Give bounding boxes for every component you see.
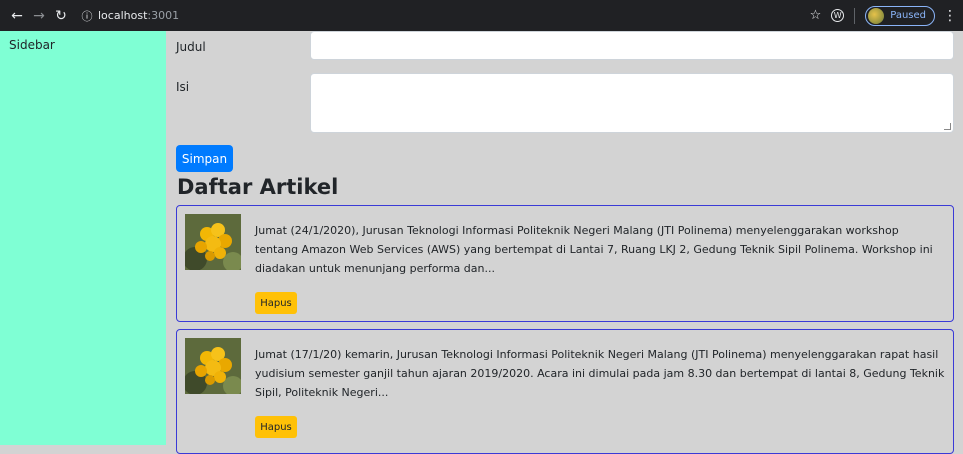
reload-icon[interactable]: ↻ xyxy=(50,5,72,27)
article-summary: Jumat (24/1/2020), Jurusan Teknologi Inf… xyxy=(255,224,933,275)
browser-menu-icon[interactable]: ⋮ xyxy=(943,8,957,24)
url-port: :3001 xyxy=(147,9,180,22)
address-bar[interactable]: localhost:3001 xyxy=(98,9,179,22)
article-list-heading: Daftar Artikel xyxy=(177,175,339,199)
bookmark-star-icon[interactable]: ☆ xyxy=(810,8,822,23)
profile-status: Paused xyxy=(890,10,926,21)
article-summary: Jumat (17/1/20) kemarin, Jurusan Teknolo… xyxy=(255,348,945,399)
extension-icon[interactable]: W xyxy=(831,9,845,22)
url-host: localhost xyxy=(98,9,148,22)
delete-button[interactable]: Hapus xyxy=(255,416,297,438)
profile-button[interactable]: Paused xyxy=(865,5,935,26)
back-icon[interactable]: ← xyxy=(6,5,28,27)
avatar xyxy=(868,7,885,24)
toolbar-divider xyxy=(854,7,856,24)
forward-icon[interactable]: → xyxy=(28,5,50,27)
body-label: Isi xyxy=(176,80,190,94)
sidebar: Sidebar xyxy=(0,31,166,445)
browser-toolbar: ← → ↻ ⓘ localhost:3001 ☆ W Paused ⋮ xyxy=(0,0,963,31)
article-card: Jumat (24/1/2020), Jurusan Teknologi Inf… xyxy=(176,205,954,322)
main-content: Judul Isi Simpan Daftar Artikel Jumat (2… xyxy=(166,31,963,454)
article-thumbnail xyxy=(185,214,241,270)
resize-handle-icon[interactable] xyxy=(944,123,951,130)
delete-button[interactable]: Hapus xyxy=(255,292,297,314)
body-textarea[interactable] xyxy=(310,73,954,133)
site-info-icon[interactable]: ⓘ xyxy=(80,8,94,24)
article-card: Jumat (17/1/20) kemarin, Jurusan Teknolo… xyxy=(176,329,954,454)
title-input[interactable] xyxy=(310,31,954,60)
save-button[interactable]: Simpan xyxy=(176,145,233,172)
article-thumbnail xyxy=(185,338,241,394)
sidebar-label: Sidebar xyxy=(9,38,55,52)
title-label: Judul xyxy=(176,40,206,54)
